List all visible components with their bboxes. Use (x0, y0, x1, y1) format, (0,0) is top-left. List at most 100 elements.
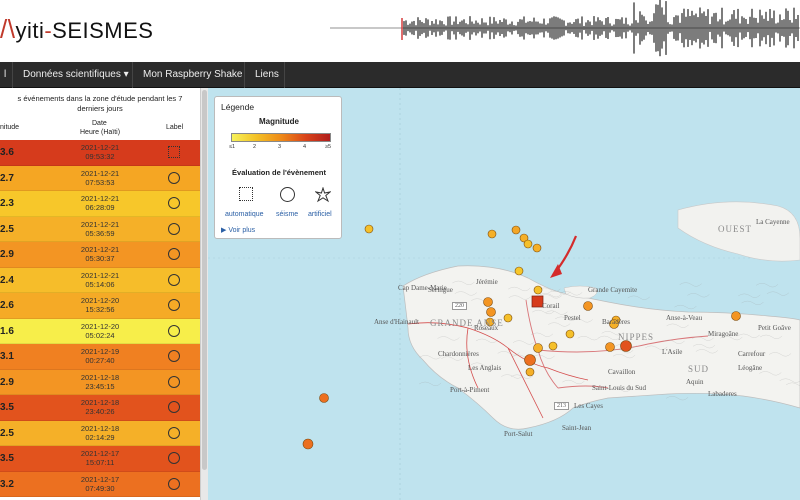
nav-raspberry-shake[interactable]: Mon Raspberry Shake (132, 62, 253, 88)
seisme-label-icon (168, 426, 180, 439)
earthquake-marker[interactable] (302, 438, 314, 450)
legend-tick-4: 4 (303, 144, 307, 150)
nav-donnees-scientifiques[interactable]: Données scientifiques ▾ (12, 62, 139, 88)
event-row[interactable]: 2.3 2021-12-21 06:28:09 (0, 191, 200, 217)
event-row[interactable]: 2.5 2021-12-18 02:14:29 (0, 420, 200, 446)
place-seringue: Seringue (428, 286, 453, 294)
earthquake-marker[interactable] (605, 342, 615, 352)
earthquake-marker[interactable] (532, 243, 542, 253)
seisme-label-icon (168, 477, 180, 490)
event-magnitude: 2.4 (0, 274, 14, 286)
place-port-salut: Port-Salut (504, 430, 533, 438)
event-magnitude: 3.6 (0, 147, 14, 158)
place-petit-goave: Petit Goâve (758, 324, 791, 332)
earthquake-marker[interactable] (514, 266, 524, 276)
place-lasile: L'Asile (662, 348, 683, 356)
event-row[interactable]: 2.7 2021-12-21 07:53:53 (0, 165, 200, 191)
event-magnitude: 2.5 (0, 427, 14, 439)
place-pestel: Pestel (564, 314, 581, 322)
earthquake-marker[interactable] (583, 301, 593, 311)
earthquake-marker[interactable] (364, 224, 374, 234)
seisme-label-icon (168, 248, 180, 260)
event-date: 2021-12-17 (80, 449, 120, 458)
nav-liens[interactable]: Liens (244, 62, 289, 88)
earthquake-marker[interactable] (503, 313, 513, 323)
event-date: 2021-12-21 (80, 270, 120, 280)
earthquake-marker[interactable] (533, 285, 543, 295)
voir-plus-link[interactable]: ▶ Voir plus (221, 226, 255, 234)
event-row[interactable]: 3.5 2021-12-17 15:07:11 (0, 446, 200, 472)
event-time: 15:07:11 (85, 458, 115, 467)
event-time: 05:36:59 (85, 228, 115, 238)
col-label[interactable]: Label (166, 124, 183, 131)
site-header: /\yiti-SEISMES (0, 0, 800, 62)
event-magnitude: 1.6 (0, 325, 14, 337)
earthquake-marker[interactable] (524, 354, 536, 366)
earthquake-marker[interactable] (483, 297, 493, 307)
col-time[interactable]: Heure (Haïti) (80, 129, 120, 136)
event-row[interactable]: 2.6 2021-12-20 15:32:56 (0, 293, 200, 319)
place-port-a-piment: Port-à-Piment (450, 386, 490, 394)
event-date: 2021-12-20 (80, 296, 120, 305)
legend-tick-2: 2 (253, 144, 257, 150)
events-sidebar: s événements dans la zone d'étude pendan… (0, 88, 200, 500)
event-datetime: 2021-12-21 05:14:06 (60, 271, 140, 289)
event-magnitude: 2.6 (0, 300, 14, 311)
event-row[interactable]: 3.6 2021-12-21 09:53:32 (0, 140, 200, 166)
seisme-label-icon (168, 222, 180, 235)
earthquake-marker[interactable] (548, 341, 558, 351)
event-row[interactable]: 3.2 2021-12-17 07:49:30 (0, 471, 200, 497)
event-datetime: 2021-12-20 05:02:24 (60, 322, 140, 340)
legend-title: Légende (221, 102, 255, 112)
seismogram-banner (330, 0, 800, 57)
place-aquin: Aquin (686, 378, 704, 386)
region-ouest: OUEST (718, 224, 752, 234)
col-magnitude[interactable]: nitude (0, 124, 19, 131)
region-sud: SUD (688, 364, 710, 374)
earthquake-marker[interactable] (523, 239, 533, 249)
scrollbar-thumb[interactable] (202, 90, 207, 470)
event-row[interactable]: 2.9 2021-12-21 05:30:37 (0, 242, 200, 268)
event-row[interactable]: 2.9 2021-12-18 23:45:15 (0, 369, 200, 395)
earthquake-marker[interactable] (525, 367, 535, 377)
sidebar-title: s événements dans la zone d'étude pendan… (17, 94, 183, 113)
road-220-label: 220 (452, 302, 467, 310)
earthquake-marker[interactable] (486, 307, 496, 317)
col-date[interactable]: Date (92, 120, 107, 127)
earthquake-marker[interactable] (487, 229, 497, 239)
event-magnitude: 3.5 (0, 402, 14, 413)
earthquake-marker[interactable] (319, 393, 329, 403)
event-date: 2021-12-18 (80, 372, 120, 382)
event-row[interactable]: 1.6 2021-12-20 05:02:24 (0, 318, 200, 344)
automatic-square-icon (239, 187, 253, 201)
earthquake-marker[interactable] (511, 225, 521, 235)
seisme-label-icon (168, 299, 180, 311)
earthquake-marker[interactable] (533, 343, 543, 353)
legend-artificiel-label: artificiel (308, 211, 332, 218)
event-date: 2021-12-21 (80, 245, 120, 254)
event-row[interactable]: 3.1 2021-12-19 00:27:40 (0, 344, 200, 370)
event-magnitude: 2.3 (0, 198, 14, 209)
place-anse-a-veau: Anse-à-Veau (666, 314, 703, 322)
sidebar-scrollbar[interactable] (200, 88, 208, 500)
events-table-body: 3.6 2021-12-21 09:53:32 2.7 2021-12-21 07:53:… (0, 140, 200, 497)
earthquake-marker[interactable] (731, 311, 741, 321)
seisme-label-icon (168, 197, 180, 209)
road-213-label: 213 (554, 402, 569, 410)
site-logo[interactable]: /\yiti-SEISMES (0, 14, 153, 45)
event-date: 2021-12-21 (80, 143, 120, 152)
event-row[interactable]: 2.4 2021-12-21 05:14:06 (0, 267, 200, 293)
place-leogane: Léogâne (738, 364, 763, 372)
legend-automatique-label: automatique (225, 211, 264, 218)
earthquake-marker[interactable] (565, 329, 575, 339)
earthquake-marker[interactable] (620, 340, 632, 352)
seisme-label-icon (168, 273, 180, 286)
event-row[interactable]: 2.5 2021-12-21 05:36:59 (0, 216, 200, 242)
event-magnitude: 3.2 (0, 478, 14, 490)
event-datetime: 2021-12-18 02:14:29 (60, 424, 140, 442)
event-row[interactable]: 3.5 2021-12-18 23:40:26 (0, 395, 200, 421)
event-date: 2021-12-21 (80, 194, 120, 203)
event-time: 05:30:37 (85, 254, 115, 263)
magnitude-gradient-bar (231, 133, 331, 142)
place-carrefour: Carrefour (738, 350, 766, 358)
